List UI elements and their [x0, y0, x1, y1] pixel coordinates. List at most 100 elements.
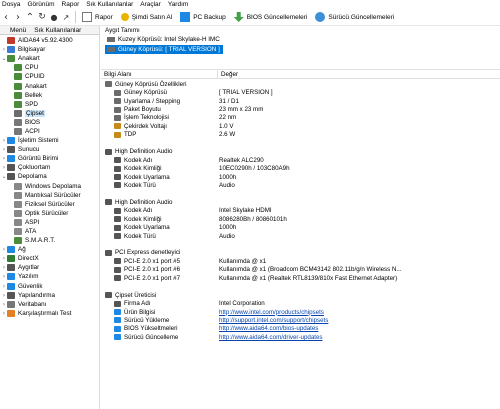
tree-item[interactable]: › Çokluortam [0, 163, 99, 172]
property-row[interactable]: Güney Köprüsü [ TRIAL VERSION ] [101, 88, 500, 96]
tab-menu[interactable]: Menü [10, 27, 26, 34]
tree-item[interactable]: › Ağ [0, 245, 99, 254]
property-value: 8086280Bh / 80860101h [219, 215, 287, 223]
property-group[interactable]: Çipset Üreticisi [101, 291, 500, 299]
tab-favorites[interactable]: Sık Kullanılanlar [34, 27, 81, 34]
tree-item[interactable]: BIOS [0, 118, 99, 127]
property-group[interactable]: High Definition Audio [101, 148, 500, 156]
menu-item[interactable]: Araçlar [140, 0, 161, 9]
back-icon[interactable]: ‹ [0, 10, 12, 24]
property-row[interactable]: BIOS Yükseltmeleri http://www.aida64.com/… [101, 325, 500, 333]
tree-item[interactable]: › Aygıtlar [0, 263, 99, 272]
tree-item[interactable]: ⌄ Anakart [0, 54, 99, 63]
tree-item[interactable]: Anakart [0, 81, 99, 90]
refresh-icon[interactable]: ↻ [36, 10, 48, 24]
property-row[interactable]: Kodek Adı Intel Skylake HDMI [101, 207, 500, 215]
tree-item[interactable]: › Sunucu [0, 145, 99, 154]
property-row[interactable]: Ürün Bilgisi http://www.intel.com/product… [101, 308, 500, 316]
tree-item[interactable]: › Yazılım [0, 272, 99, 281]
menu-item[interactable]: Görünüm [27, 0, 54, 9]
property-row[interactable]: Firma Adı Intel Corporation [101, 299, 500, 307]
forward-icon[interactable]: › [12, 10, 24, 24]
property-link[interactable]: http://www.aida64.com/bios-updates [219, 325, 318, 332]
bios-updates-button[interactable]: BIOS Güncellemeleri [231, 10, 311, 24]
tree-item[interactable]: Çipset [0, 109, 99, 118]
tree-item[interactable]: › Bilgisayar [0, 45, 99, 54]
property-row[interactable]: Kodek Türü Audio [101, 232, 500, 240]
up-icon[interactable]: ⌃ [24, 10, 36, 24]
tree-item[interactable]: Fiziksel Sürücüler [0, 200, 99, 209]
property-group[interactable]: Güney Köprüsü Özellikleri [101, 80, 500, 88]
property-row[interactable]: Kodek Türü Audio [101, 181, 500, 189]
property-value: Realtek ALC290 [219, 156, 264, 164]
driver-updates-button[interactable]: Sürücü Güncellemeleri [312, 10, 397, 24]
property-row[interactable]: TDP 2.6 W [101, 131, 500, 139]
property-row[interactable]: Kodek Uyarlama 1000h [101, 173, 500, 181]
tree-item[interactable]: › Görüntü Birimi [0, 154, 99, 163]
tree-item[interactable]: › Veritabanı [0, 300, 99, 309]
property-link[interactable]: http://www.aida64.com/driver-updates [219, 334, 323, 341]
tree-item[interactable]: › Yapılandırma [0, 291, 99, 300]
tree-item[interactable]: Optik Sürücüler [0, 209, 99, 218]
property-row[interactable]: PCI-E 2.0 x1 port #7 Kullanımda @ x1 (Rea… [101, 274, 500, 282]
menu-bar: Dosya Görünüm Rapor Sık Kullanılanlar Araçla… [0, 0, 500, 9]
tree-item[interactable]: CPU [0, 63, 99, 72]
tree-item[interactable]: ATA [0, 227, 99, 236]
property-group[interactable]: PCI Express denetleyici [101, 249, 500, 257]
property-row[interactable]: Paket Boyutu 23 mm x 23 mm [101, 105, 500, 113]
tree-item[interactable]: ⌄ Depolama [0, 172, 99, 181]
menu-item[interactable]: Dosya [2, 0, 20, 9]
property-name: Kodek Kimliği [124, 215, 162, 223]
buy-now-button[interactable]: Şimdi Satın Al [118, 10, 175, 24]
tree-item[interactable]: Windows Depolama [0, 182, 99, 191]
aspi-icon [14, 218, 22, 226]
property-row[interactable]: Sürücü Yükleme http://support.intel.com/s… [101, 316, 500, 324]
device-row[interactable]: Kuzey Köprüsü: Intel Skylake-H IMC [105, 35, 223, 45]
property-link[interactable]: http://www.intel.com/products/chipsets [219, 309, 324, 316]
audio-icon [114, 165, 121, 172]
property-row[interactable]: Uyarlama / Stepping 31 / D1 [101, 97, 500, 105]
property-name: Kodek Adı [124, 156, 153, 164]
property-value: Kullanımda @ x1 [219, 257, 267, 265]
tree-item[interactable]: › İşletim Sistemi [0, 136, 99, 145]
property-row[interactable]: Kodek Uyarlama 1000h [101, 223, 500, 231]
chart-icon[interactable]: ↗ [60, 10, 72, 24]
tree-item[interactable]: › Güvenlik [0, 282, 99, 291]
property-link[interactable]: http://support.intel.com/support/chipset… [219, 317, 328, 324]
tree-item[interactable]: ACPI [0, 127, 99, 136]
tree-item[interactable]: › DirectX [0, 254, 99, 263]
property-row[interactable]: Kodek Adı Realtek ALC290 [101, 156, 500, 164]
database-icon [7, 300, 15, 308]
property-row[interactable]: İşlem Teknolojisi 22 nm [101, 114, 500, 122]
report-button[interactable]: Rapor [79, 10, 116, 24]
property-row[interactable]: Kodek Kimliği 8086280Bh / 80860101h [101, 215, 500, 223]
tree-item[interactable]: CPUID [0, 72, 99, 81]
tree-item[interactable]: › Karşılaştırmalı Test [0, 309, 99, 318]
menu-item[interactable]: Sık Kullanılanlar [86, 0, 133, 9]
tree-item[interactable]: ASPI [0, 218, 99, 227]
property-name: High Definition Audio [115, 198, 173, 206]
tree-item[interactable]: Bellek [0, 91, 99, 100]
property-row[interactable]: PCI-E 2.0 x1 port #6 Kullanımda @ x1 (Bro… [101, 266, 500, 274]
property-row[interactable]: Sürücü Güncelleme http://www.aida64.com/d… [101, 333, 500, 341]
property-row[interactable]: Çekirdek Voltajı 1.0 V [101, 122, 500, 130]
menu-item[interactable]: Rapor [62, 0, 80, 9]
tree-item[interactable]: S.M.A.R.T. [0, 236, 99, 245]
tree-item-label: AIDA64 v5.92.4300 [18, 37, 73, 45]
column-field-header[interactable]: Bilgi Alanı [101, 70, 218, 78]
tree-item[interactable]: Mantıksal Sürücüler [0, 191, 99, 200]
menu-item[interactable]: Yardım [168, 0, 188, 9]
property-row[interactable]: PCI-E 2.0 x1 port #5 Kullanımda @ x1 [101, 257, 500, 265]
device-row[interactable]: Güney Köprüsü: [ TRIAL VERSION ] [105, 44, 223, 54]
pc-backup-button[interactable]: PC Backup [177, 10, 229, 24]
tree-item[interactable]: AIDA64 v5.92.4300 [0, 36, 99, 45]
property-name: Firma Adı [124, 300, 151, 308]
user-icon[interactable]: ● [48, 10, 60, 24]
multimedia-icon [7, 164, 15, 172]
property-row[interactable]: Kodek Kimliği 10EC0290h / 103C80A9h [101, 164, 500, 172]
chipset-icon [105, 81, 112, 88]
property-group[interactable]: High Definition Audio [101, 198, 500, 206]
column-value-header[interactable]: Değer [218, 71, 238, 78]
tree-item[interactable]: SPD [0, 100, 99, 109]
pcie-icon [114, 266, 121, 273]
